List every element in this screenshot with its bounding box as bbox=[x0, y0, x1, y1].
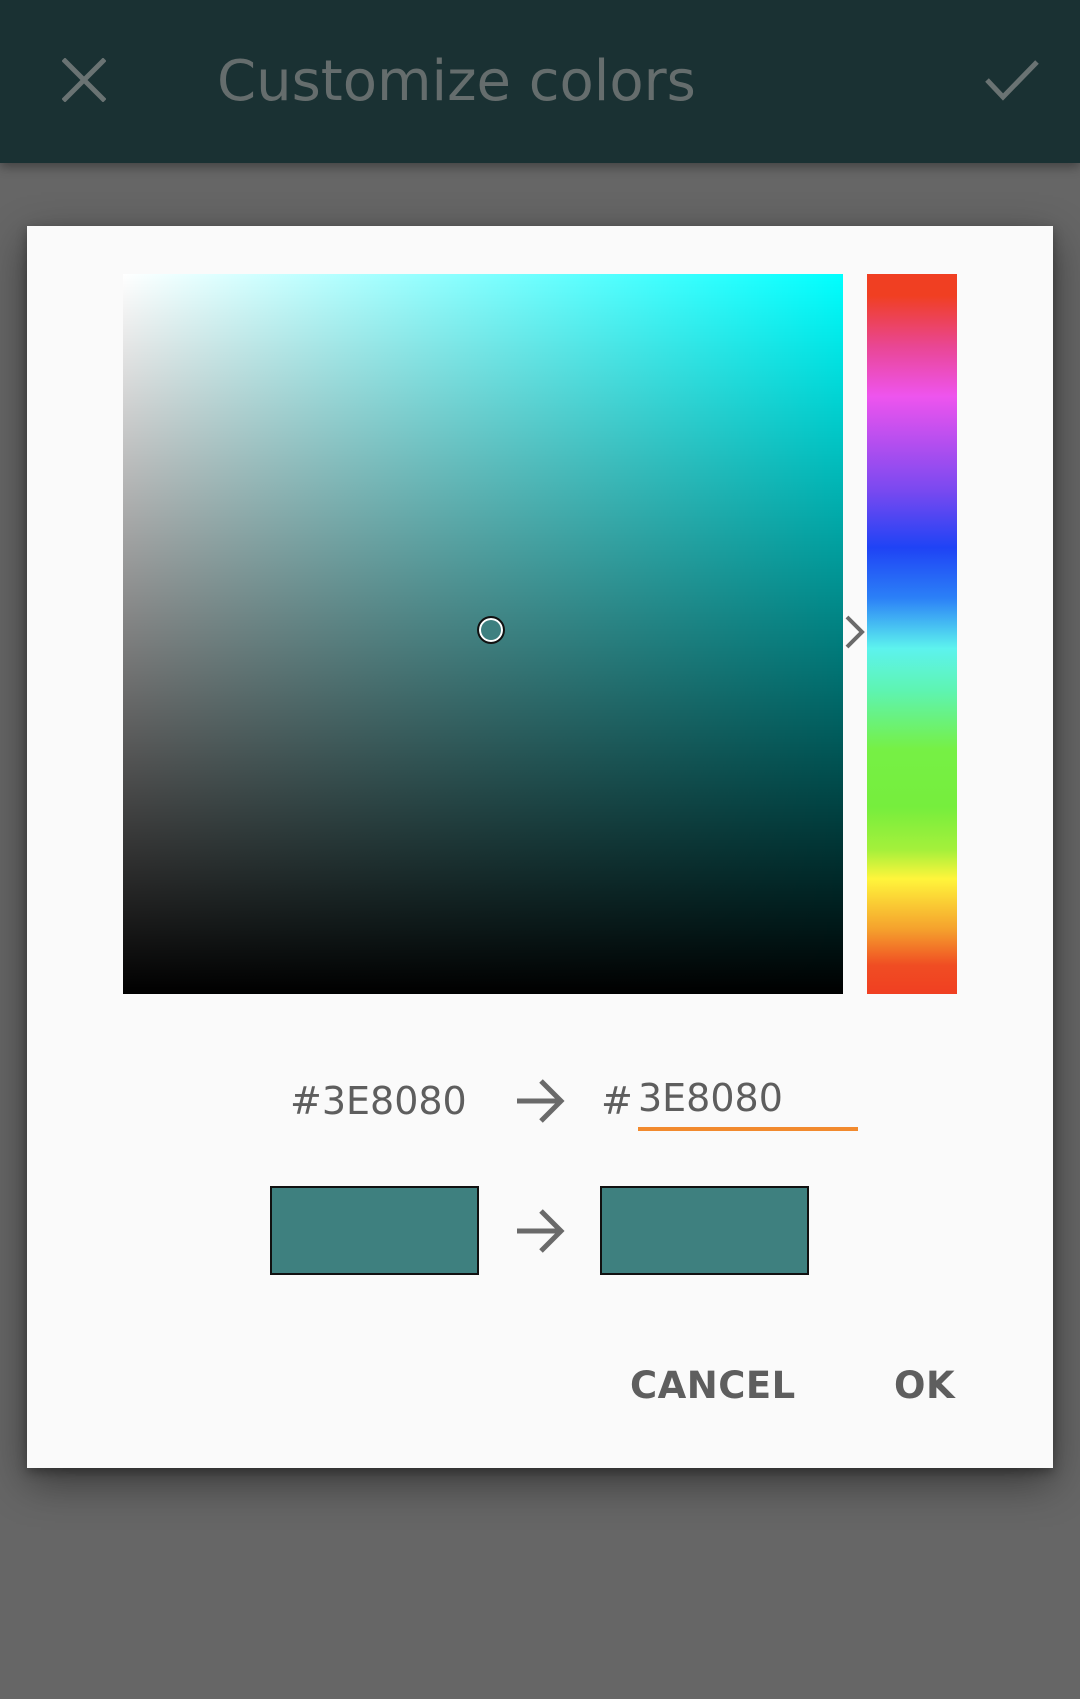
saturation-value-picker[interactable] bbox=[123, 274, 843, 994]
cancel-button[interactable]: CANCEL bbox=[620, 1356, 806, 1416]
color-picker-dialog: #3E8080 # CANCEL OK bbox=[27, 226, 1053, 1468]
close-icon bbox=[62, 58, 106, 102]
app-bar: Customize colors bbox=[0, 0, 1080, 163]
check-icon bbox=[985, 60, 1039, 101]
hue-slider[interactable] bbox=[867, 274, 957, 994]
new-color-swatch bbox=[600, 1186, 809, 1275]
page-title: Customize colors bbox=[217, 49, 696, 114]
ok-button[interactable]: OK bbox=[884, 1356, 965, 1416]
old-color-swatch bbox=[270, 1186, 479, 1275]
arrow-right-icon bbox=[517, 1209, 565, 1253]
hex-input[interactable] bbox=[638, 1069, 858, 1131]
arrow-right-icon bbox=[517, 1079, 565, 1123]
close-button[interactable] bbox=[52, 44, 116, 116]
hex-hash-label: # bbox=[601, 1079, 633, 1123]
confirm-button[interactable] bbox=[976, 44, 1048, 116]
saturation-value-cursor[interactable] bbox=[477, 616, 505, 644]
old-color-hex: #3E8080 bbox=[290, 1079, 467, 1123]
chevron-right-icon bbox=[845, 615, 865, 649]
